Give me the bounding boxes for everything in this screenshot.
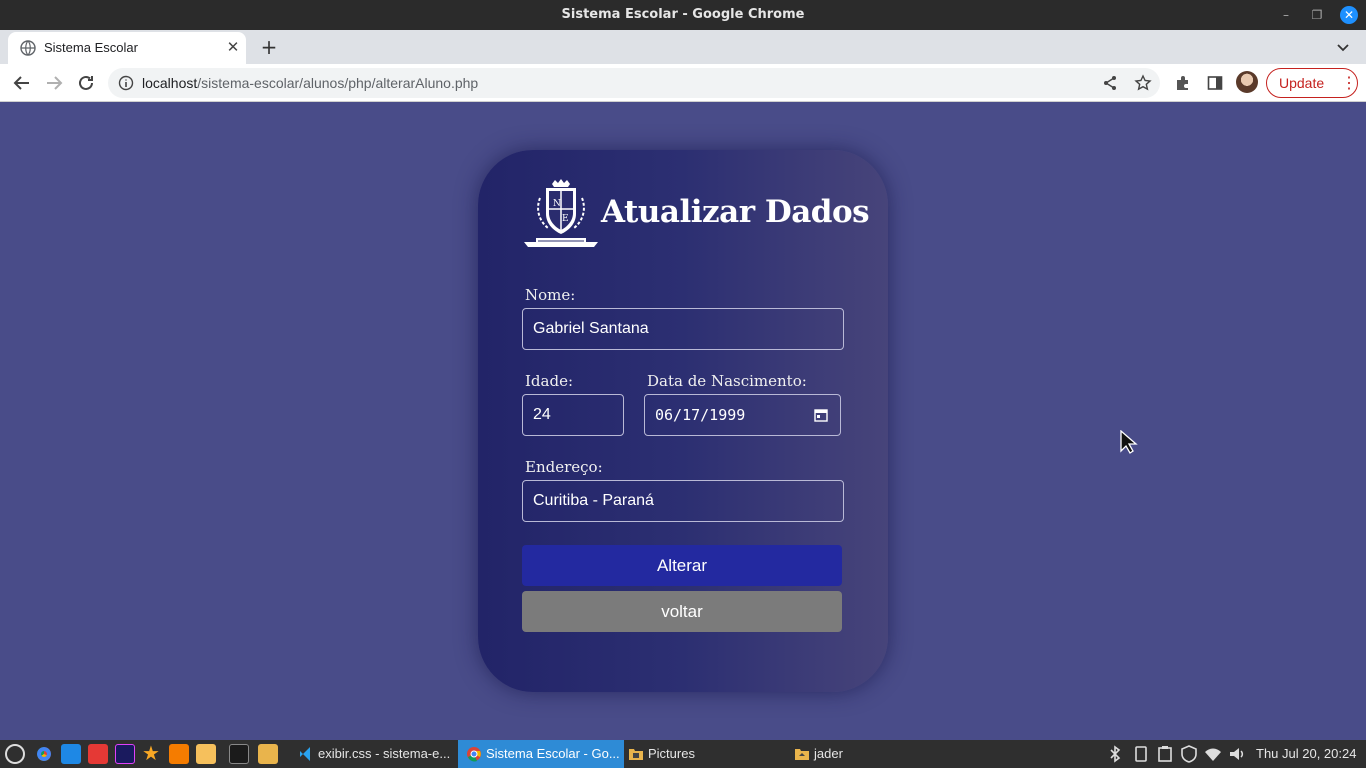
shield-icon[interactable] — [1180, 745, 1198, 763]
tab-sistema-escolar[interactable]: Sistema Escolar ✕ — [8, 32, 246, 64]
folder-icon — [795, 749, 809, 760]
app-launcher-icon[interactable] — [88, 744, 108, 764]
new-tab-button[interactable]: + — [258, 36, 280, 58]
minimize-button[interactable]: – — [1277, 6, 1295, 24]
page-title: Atualizar Dados — [601, 194, 870, 230]
site-info-icon[interactable] — [118, 75, 134, 91]
chrome-icon — [467, 747, 481, 762]
tab-close-icon[interactable]: ✕ — [224, 38, 242, 56]
side-panel-icon[interactable] — [1206, 74, 1224, 92]
mint-menu-icon[interactable] — [5, 744, 25, 764]
page-content: N E Atualizar Dados Nome: Gabriel Santan… — [0, 102, 1366, 740]
address-bar[interactable]: localhost/sistema-escolar/alunos/php/alt… — [108, 68, 1160, 98]
extensions-puzzle-icon[interactable] — [1174, 74, 1192, 92]
back-arrow-icon[interactable] — [11, 72, 33, 94]
maximize-button[interactable]: ❐ — [1308, 6, 1326, 24]
browser-toolbar: localhost/sistema-escolar/alunos/php/alt… — [0, 64, 1366, 102]
device-icon[interactable] — [1132, 745, 1150, 763]
sublime-launcher-icon[interactable] — [169, 744, 189, 764]
close-window-button[interactable]: ✕ — [1340, 6, 1358, 24]
intellij-launcher-icon[interactable] — [115, 744, 135, 764]
nome-label: Nome: — [525, 286, 576, 304]
vscode-icon — [300, 747, 310, 761]
data-nascimento-input[interactable]: 06/17/1999 — [644, 394, 841, 436]
task-pictures[interactable]: Pictures — [620, 740, 786, 768]
calendar-icon[interactable] — [814, 408, 828, 422]
notes-launcher-icon[interactable] — [196, 744, 216, 764]
update-form-card: N E Atualizar Dados Nome: Gabriel Santan… — [478, 150, 888, 692]
endereco-label: Endereço: — [525, 458, 603, 476]
task-jader[interactable]: jader — [786, 740, 952, 768]
task-chrome[interactable]: Sistema Escolar - Go... — [458, 740, 624, 768]
school-crest-logo: N E — [524, 179, 598, 247]
url-text: localhost/sistema-escolar/alunos/php/alt… — [142, 75, 479, 91]
volume-icon[interactable] — [1228, 745, 1246, 763]
voltar-button[interactable]: voltar — [522, 591, 842, 632]
svg-text:E: E — [562, 214, 569, 224]
folder-icon — [629, 749, 643, 760]
task-vscode[interactable]: exibir.css - sistema-e... — [290, 740, 456, 768]
reload-icon[interactable] — [75, 72, 97, 94]
mouse-cursor-icon — [1120, 430, 1138, 454]
window-title: Sistema Escolar - Google Chrome — [561, 7, 805, 22]
tab-search-chevron-icon[interactable] — [1334, 38, 1352, 56]
wifi-icon[interactable] — [1204, 745, 1222, 763]
window-titlebar: Sistema Escolar - Google Chrome – ❐ ✕ — [0, 0, 1366, 30]
star-launcher-icon[interactable]: ★ — [142, 744, 162, 764]
tab-title: Sistema Escolar — [44, 40, 138, 55]
bookmark-star-icon[interactable] — [1134, 74, 1152, 92]
globe-icon — [20, 40, 36, 56]
terminal-launcher-icon[interactable] — [229, 744, 249, 764]
clock[interactable]: Thu Jul 20, 20:24 — [1256, 746, 1356, 761]
chrome-launcher-icon[interactable] — [34, 744, 54, 764]
alterar-button[interactable]: Alterar — [522, 545, 842, 586]
tab-strip: Sistema Escolar ✕ + — [0, 30, 1366, 64]
update-button[interactable]: Update ⋮ — [1266, 68, 1358, 98]
forward-arrow-icon[interactable] — [43, 72, 65, 94]
share-icon[interactable] — [1102, 75, 1118, 91]
nome-input[interactable]: Gabriel Santana — [522, 308, 844, 350]
taskbar: ★ exibir.css - sistema-e... Sistema Esco… — [0, 740, 1366, 768]
menu-dots-icon[interactable]: ⋮ — [1341, 73, 1357, 93]
files-launcher-icon[interactable] — [258, 744, 278, 764]
idade-label: Idade: — [525, 372, 574, 390]
vscode-launcher-icon[interactable] — [61, 744, 81, 764]
endereco-input[interactable]: Curitiba - Paraná — [522, 480, 844, 522]
profile-avatar[interactable] — [1236, 71, 1258, 93]
clipboard-icon[interactable] — [1156, 745, 1174, 763]
data-nascimento-label: Data de Nascimento: — [647, 372, 807, 390]
svg-text:N: N — [553, 199, 561, 209]
idade-input[interactable]: 24 — [522, 394, 624, 436]
bluetooth-icon[interactable] — [1106, 745, 1124, 763]
data-nascimento-value: 06/17/1999 — [655, 406, 746, 424]
